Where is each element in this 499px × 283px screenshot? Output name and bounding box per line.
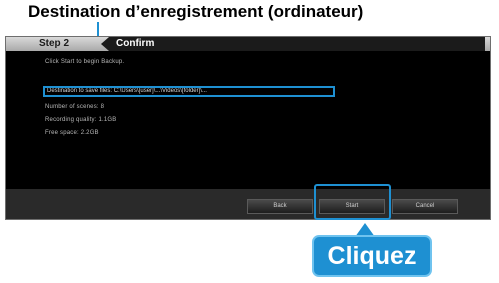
step-bar: Step 2 Confirm [6,37,490,51]
detail-size: Recording quality: 1.1GB [45,117,117,123]
detail-scenes: Number of scenes: 8 [45,104,105,110]
step-label: Step 2 [39,38,70,49]
back-button[interactable]: Back [247,199,313,214]
button-bar: Back Start Cancel [6,189,490,219]
destination-row: Destination to save files: C:\Users\[use… [43,86,335,97]
destination-caption: Destination d’enregistrement (ordinateur… [28,2,364,21]
confirm-label: Confirm [116,38,155,49]
detail-free-space: Free space: 2.2GB [45,130,99,136]
start-highlight-box [314,184,391,220]
destination-text: Destination to save files: C:\Users\[use… [47,88,207,94]
confirm-tab [101,37,485,51]
cancel-button[interactable]: Cancel [392,199,458,214]
click-callout: Cliquez [312,235,432,277]
confirm-content: Click Start to begin Backup. Destination… [6,51,490,187]
intro-line: Click Start to begin Backup. [45,59,125,65]
backup-confirm-window: Step 2 Confirm Click Start to begin Back… [5,36,491,220]
